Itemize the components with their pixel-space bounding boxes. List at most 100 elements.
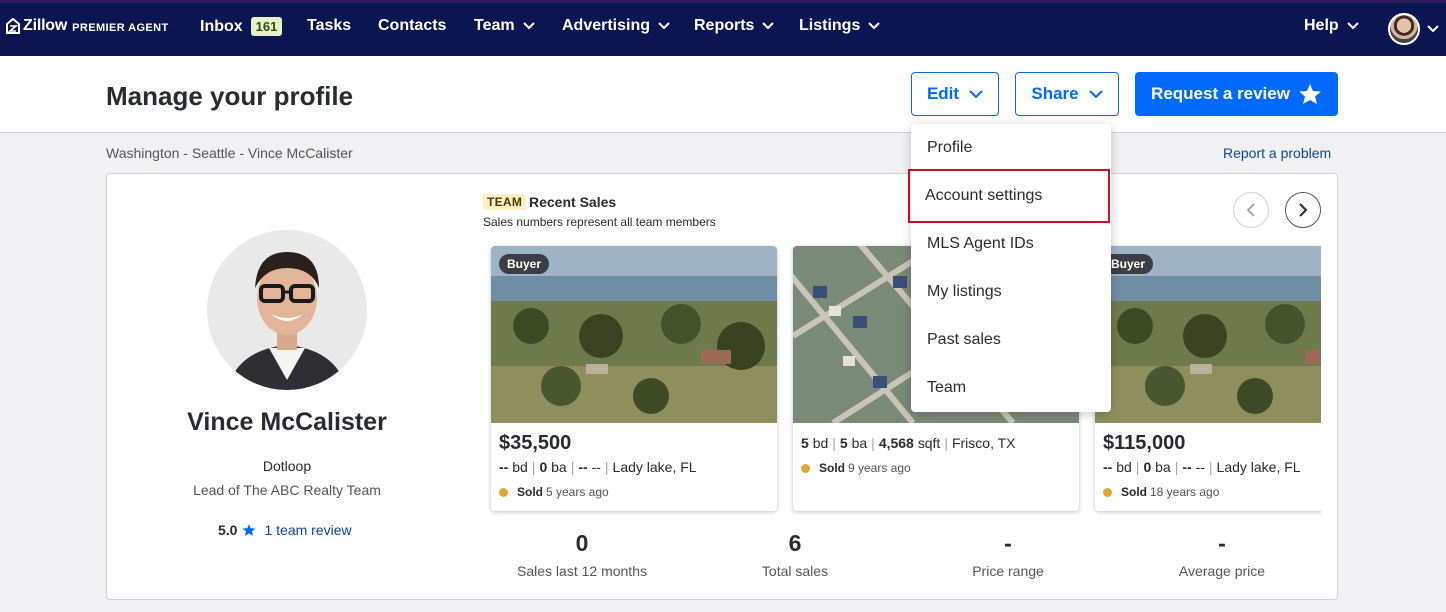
sold-label: Sold (1121, 485, 1147, 499)
stat-label: Total sales (761, 563, 829, 579)
share-button-label: Share (1031, 84, 1079, 103)
menu-item-past-sales[interactable]: Past sales (911, 316, 1111, 364)
listing-location: Lady lake, FL (1216, 459, 1301, 475)
team-tag: TEAM (483, 194, 527, 210)
nav-tasks-label: Tasks (307, 17, 352, 34)
listing-sold-status: Sold 5 years ago (499, 485, 609, 499)
menu-item-profile[interactable]: Profile (911, 124, 1111, 172)
nav-advertising-label: Advertising (562, 17, 651, 34)
stat-label: Sales last 12 months (517, 563, 647, 579)
edit-button-label: Edit (926, 84, 960, 103)
agent-photo-image (207, 230, 367, 390)
listing-beds-unit: bd (1116, 459, 1132, 475)
zillow-logo[interactable]: Zillow PREMIER AGENT (6, 17, 169, 35)
nav-listings-label: Listings (799, 17, 861, 34)
listing-beds: -- (1103, 459, 1113, 475)
chevron-down-icon (762, 22, 775, 30)
chevron-down-icon (522, 22, 535, 30)
nav-advertising[interactable]: Advertising (562, 17, 670, 35)
agent-role: Lead of The ABC Realty Team (193, 482, 381, 498)
sold-dot-icon (1103, 487, 1112, 497)
listing-card[interactable]: Buyer $115,000 -- bd | 0 ba | -- -- | Lady lak… (1095, 246, 1321, 511)
star-icon (1298, 84, 1321, 104)
menu-item-mls-agent-ids[interactable]: MLS Agent IDs (911, 220, 1111, 268)
sold-label: Sold (819, 461, 845, 475)
share-button[interactable]: Share (1015, 72, 1119, 116)
listing-sqft: -- (578, 459, 588, 475)
listing-baths: 5 (839, 435, 848, 451)
chevron-down-icon[interactable] (1427, 25, 1439, 33)
stat-label: Average price (1178, 563, 1266, 579)
stat-value: - (1004, 530, 1012, 556)
listing-price: $35,500 (499, 432, 572, 454)
nav-reports-label: Reports (694, 17, 755, 34)
request-review-label: Request a review (1151, 84, 1290, 103)
chevron-down-icon (1088, 89, 1103, 98)
listing-sqft-unit: sqft (917, 435, 941, 451)
menu-item-my-listings[interactable]: My listings (911, 268, 1111, 316)
listing-facts: -- bd | 0 ba | -- -- | Lady lake, FL (499, 459, 697, 475)
agent-profile-photo (207, 230, 367, 390)
user-avatar[interactable] (1388, 13, 1420, 45)
recent-sales-carousel: Buyer $35,500 -- bd | 0 ba | -- -- | Lady lake… (483, 238, 1321, 520)
nav-team-label: Team (474, 17, 515, 34)
carousel-next-button[interactable] (1285, 192, 1321, 228)
top-nav: Zillow PREMIER AGENT Inbox 161 Tasks Con… (0, 0, 1446, 56)
listing-price: $115,000 (1103, 432, 1186, 454)
sold-when: 5 years ago (546, 485, 609, 499)
listing-location: Frisco, TX (951, 435, 1016, 451)
stat-value: 6 (788, 530, 802, 556)
listing-sqft: -- (1182, 459, 1192, 475)
rating-score: 5.0 (218, 522, 238, 538)
listing-sold-status: Sold 9 years ago (801, 461, 911, 475)
report-problem-link[interactable]: Report a problem (1223, 145, 1331, 161)
nav-inbox-label: Inbox (200, 17, 243, 35)
brand-sub: PREMIER AGENT (72, 21, 169, 34)
sold-dot-icon (499, 487, 508, 497)
listing-baths: 0 (539, 459, 548, 475)
stat-label: Price range (972, 563, 1044, 579)
sold-when: 9 years ago (848, 461, 911, 475)
sold-dot-icon (801, 463, 810, 473)
nav-team[interactable]: Team (474, 17, 535, 35)
listing-card[interactable]: Buyer $35,500 -- bd | 0 ba | -- -- | Lady lake… (491, 246, 777, 511)
listing-type-badge: Buyer (499, 254, 550, 274)
agent-company: Dotloop (262, 458, 312, 474)
stat-total-sales: 6 Total sales (695, 530, 895, 579)
nav-help[interactable]: Help (1304, 17, 1359, 35)
menu-item-account-settings[interactable]: Account settings (908, 169, 1110, 223)
nav-contacts-label: Contacts (378, 17, 447, 34)
nav-tasks[interactable]: Tasks (307, 17, 351, 35)
zillow-house-icon (6, 18, 20, 34)
listing-location: Lady lake, FL (612, 459, 697, 475)
menu-item-team[interactable]: Team (911, 364, 1111, 412)
stat-value: 0 (575, 530, 589, 556)
stat-price-range: - Price range (908, 530, 1108, 579)
nav-listings[interactable]: Listings (799, 17, 881, 35)
nav-help-label: Help (1304, 17, 1339, 34)
chevron-down-icon (868, 22, 881, 30)
star-icon (243, 524, 256, 536)
sold-when: 18 years ago (1150, 485, 1220, 499)
page-title: Manage your profile (106, 81, 354, 111)
breadcrumb: Washington - Seattle - Vince McCalister (106, 145, 353, 161)
team-review-link[interactable]: 1 team review (264, 522, 351, 538)
listing-baths-unit: ba (851, 435, 868, 451)
listing-sqft: 4,568 (878, 435, 914, 451)
listing-baths-unit: ba (551, 459, 567, 475)
edit-button[interactable]: Edit (911, 72, 999, 116)
listing-beds-unit: bd (812, 435, 829, 451)
chevron-down-icon (1346, 22, 1359, 30)
nav-inbox[interactable]: Inbox 161 (200, 17, 283, 36)
listing-beds: -- (499, 459, 509, 475)
listing-sqft-unit: -- (1195, 459, 1205, 475)
recent-sales-subtitle: Sales numbers represent all team members (483, 215, 716, 229)
brand-name: Zillow (23, 17, 68, 34)
listing-facts: -- bd | 0 ba | -- -- | Lady lake, FL (1103, 459, 1301, 475)
agent-name: Vince McCalister (187, 408, 387, 436)
nav-reports[interactable]: Reports (694, 17, 775, 35)
inbox-count-badge: 161 (250, 17, 283, 36)
request-review-button[interactable]: Request a review (1135, 72, 1338, 116)
carousel-prev-button[interactable] (1233, 192, 1269, 228)
nav-contacts[interactable]: Contacts (378, 17, 446, 35)
